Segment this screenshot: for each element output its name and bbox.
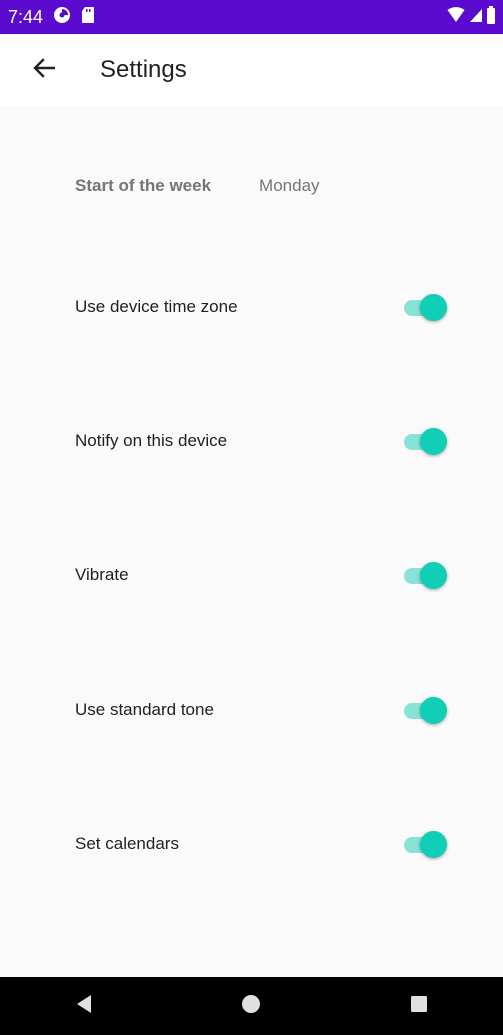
- home-circle-icon: [241, 994, 261, 1019]
- toggle-thumb: [420, 697, 447, 724]
- recents-square-icon: [410, 995, 428, 1018]
- page-title: Settings: [100, 56, 187, 83]
- setting-label: Vibrate: [75, 565, 129, 584]
- start-of-week-value: Monday: [259, 176, 320, 195]
- standard-tone-toggle[interactable]: [404, 695, 447, 725]
- arrow-left-icon: [33, 57, 56, 83]
- set-calendars-toggle[interactable]: [404, 829, 447, 859]
- status-left-icons: [53, 6, 95, 29]
- sd-card-icon: [81, 6, 95, 29]
- nav-home-button[interactable]: [221, 977, 281, 1035]
- status-bar: 7:44: [0, 0, 503, 34]
- back-button[interactable]: [20, 46, 68, 94]
- setting-row-device-time-zone: Use device time zone: [0, 277, 503, 337]
- data-saver-icon: [53, 6, 71, 29]
- vibrate-toggle[interactable]: [404, 560, 447, 590]
- start-of-week-label: Start of the week: [75, 176, 212, 195]
- back-triangle-icon: [75, 994, 93, 1019]
- setting-row-vibrate: Vibrate: [0, 545, 503, 605]
- toggle-thumb: [420, 428, 447, 455]
- nav-recents-button[interactable]: [389, 977, 449, 1035]
- status-right-icons: [447, 5, 495, 29]
- setting-row-notify-device: Notify on this device: [0, 411, 503, 471]
- setting-label: Set calendars: [75, 834, 179, 853]
- toggle-thumb: [420, 831, 447, 858]
- setting-label: Use standard tone: [75, 700, 214, 719]
- cell-signal-icon: [469, 7, 483, 28]
- setting-label: Notify on this device: [75, 431, 228, 450]
- battery-icon: [487, 5, 495, 29]
- setting-row-set-calendars: Set calendars: [0, 814, 503, 874]
- setting-label: Use device time zone: [75, 297, 238, 316]
- notify-device-toggle[interactable]: [404, 426, 447, 456]
- settings-list: Start of the week Monday Use device time…: [0, 106, 503, 976]
- wifi-icon: [447, 6, 465, 28]
- system-nav-bar: [0, 977, 503, 1035]
- start-of-week-setting[interactable]: Start of the week Monday: [75, 176, 320, 196]
- device-time-zone-toggle[interactable]: [404, 292, 447, 322]
- nav-back-button[interactable]: [54, 977, 114, 1035]
- app-bar: Settings: [0, 34, 503, 106]
- toggle-thumb: [420, 562, 447, 589]
- status-time: 7:44: [8, 6, 44, 27]
- setting-row-standard-tone: Use standard tone: [0, 680, 503, 740]
- toggle-thumb: [420, 294, 447, 321]
